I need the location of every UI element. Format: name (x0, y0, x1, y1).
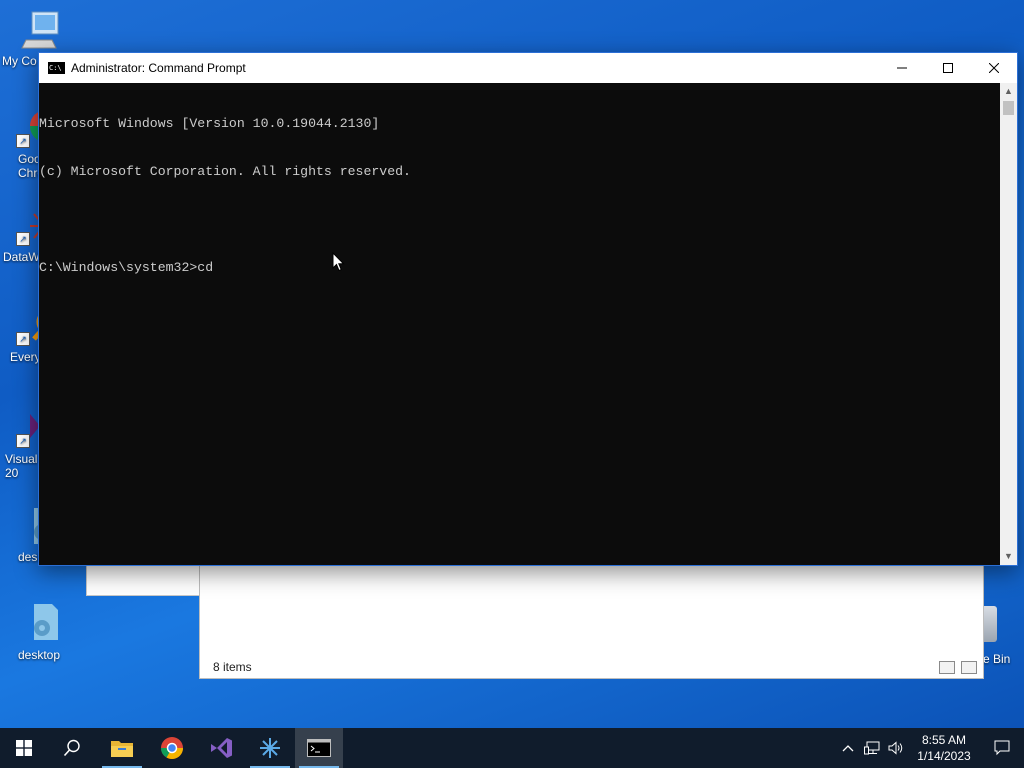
cmd-icon: C:\ (48, 62, 65, 74)
taskbar-chrome[interactable] (148, 728, 196, 768)
taskbar: 8:55 AM 1/14/2023 (0, 728, 1024, 768)
console-line: (c) Microsoft Corporation. All rights re… (39, 164, 411, 179)
recycle-bin-icon[interactable] (983, 606, 997, 642)
maximize-button[interactable] (925, 53, 971, 83)
settings-file-icon (16, 604, 60, 644)
datawarrior-icon (260, 738, 280, 758)
show-hidden-icons-chevron-up-icon[interactable] (836, 728, 860, 768)
chrome-icon (161, 737, 183, 759)
item-count-status: 8 items (213, 660, 252, 674)
minimize-icon (897, 67, 907, 69)
close-icon (989, 63, 999, 73)
shortcut-arrow-icon: ↗ (16, 434, 30, 448)
desktop-icon-desktop-2[interactable]: desktop (0, 604, 76, 662)
system-tray: 8:55 AM 1/14/2023 (836, 728, 1024, 768)
console-line: Microsoft Windows [Version 10.0.19044.21… (39, 116, 380, 131)
taskbar-datawarrior[interactable] (246, 728, 294, 768)
shortcut-arrow-icon: ↗ (16, 332, 30, 346)
recycle-bin-label[interactable]: e Bin (983, 652, 1010, 666)
folder-icon (111, 741, 133, 757)
taskbar-visual-studio[interactable] (197, 728, 245, 768)
network-icon[interactable] (860, 728, 884, 768)
vertical-scrollbar[interactable]: ▲ ▼ (1000, 83, 1017, 565)
visual-studio-icon (211, 738, 232, 758)
scroll-up-arrow-icon[interactable]: ▲ (1000, 83, 1017, 100)
computer-icon (16, 10, 60, 50)
action-center-button[interactable] (980, 728, 1024, 768)
view-toggle-group (939, 661, 977, 674)
clock-date: 1/14/2023 (917, 749, 971, 763)
desktop-icon-label: desktop (18, 648, 61, 662)
maximize-icon (943, 63, 953, 73)
taskbar-file-explorer[interactable] (98, 728, 146, 768)
console-output[interactable]: Microsoft Windows [Version 10.0.19044.21… (39, 83, 1000, 566)
volume-icon[interactable] (884, 728, 908, 768)
shortcut-arrow-icon: ↗ (16, 134, 30, 148)
details-view-icon[interactable] (939, 661, 955, 674)
window-title: Administrator: Command Prompt (71, 61, 246, 75)
mouse-cursor-icon (332, 251, 346, 277)
start-button[interactable] (0, 728, 48, 768)
file-explorer-window[interactable]: 8 items (199, 560, 984, 679)
clock-time: 8:55 AM (921, 733, 967, 747)
command-prompt-window[interactable]: C:\ Administrator: Command Prompt Micros… (38, 52, 1018, 566)
clock[interactable]: 8:55 AM 1/14/2023 (908, 732, 980, 764)
minimize-button[interactable] (879, 53, 925, 83)
close-button[interactable] (971, 53, 1017, 83)
scroll-down-arrow-icon[interactable]: ▼ (1000, 548, 1017, 565)
notification-icon (994, 740, 1010, 756)
large-icons-view-icon[interactable] (961, 661, 977, 674)
search-icon (63, 739, 80, 757)
scroll-thumb[interactable] (1003, 101, 1014, 115)
taskbar-command-prompt[interactable] (295, 728, 343, 768)
window-controls (879, 53, 1017, 83)
windows-logo-icon (16, 740, 32, 756)
shortcut-arrow-icon: ↗ (16, 232, 30, 246)
search-button[interactable] (48, 728, 96, 768)
cmd-icon (307, 739, 331, 757)
console-prompt-line[interactable]: C:\Windows\system32>cd (39, 260, 1000, 276)
title-bar[interactable]: C:\ Administrator: Command Prompt (39, 53, 1017, 83)
